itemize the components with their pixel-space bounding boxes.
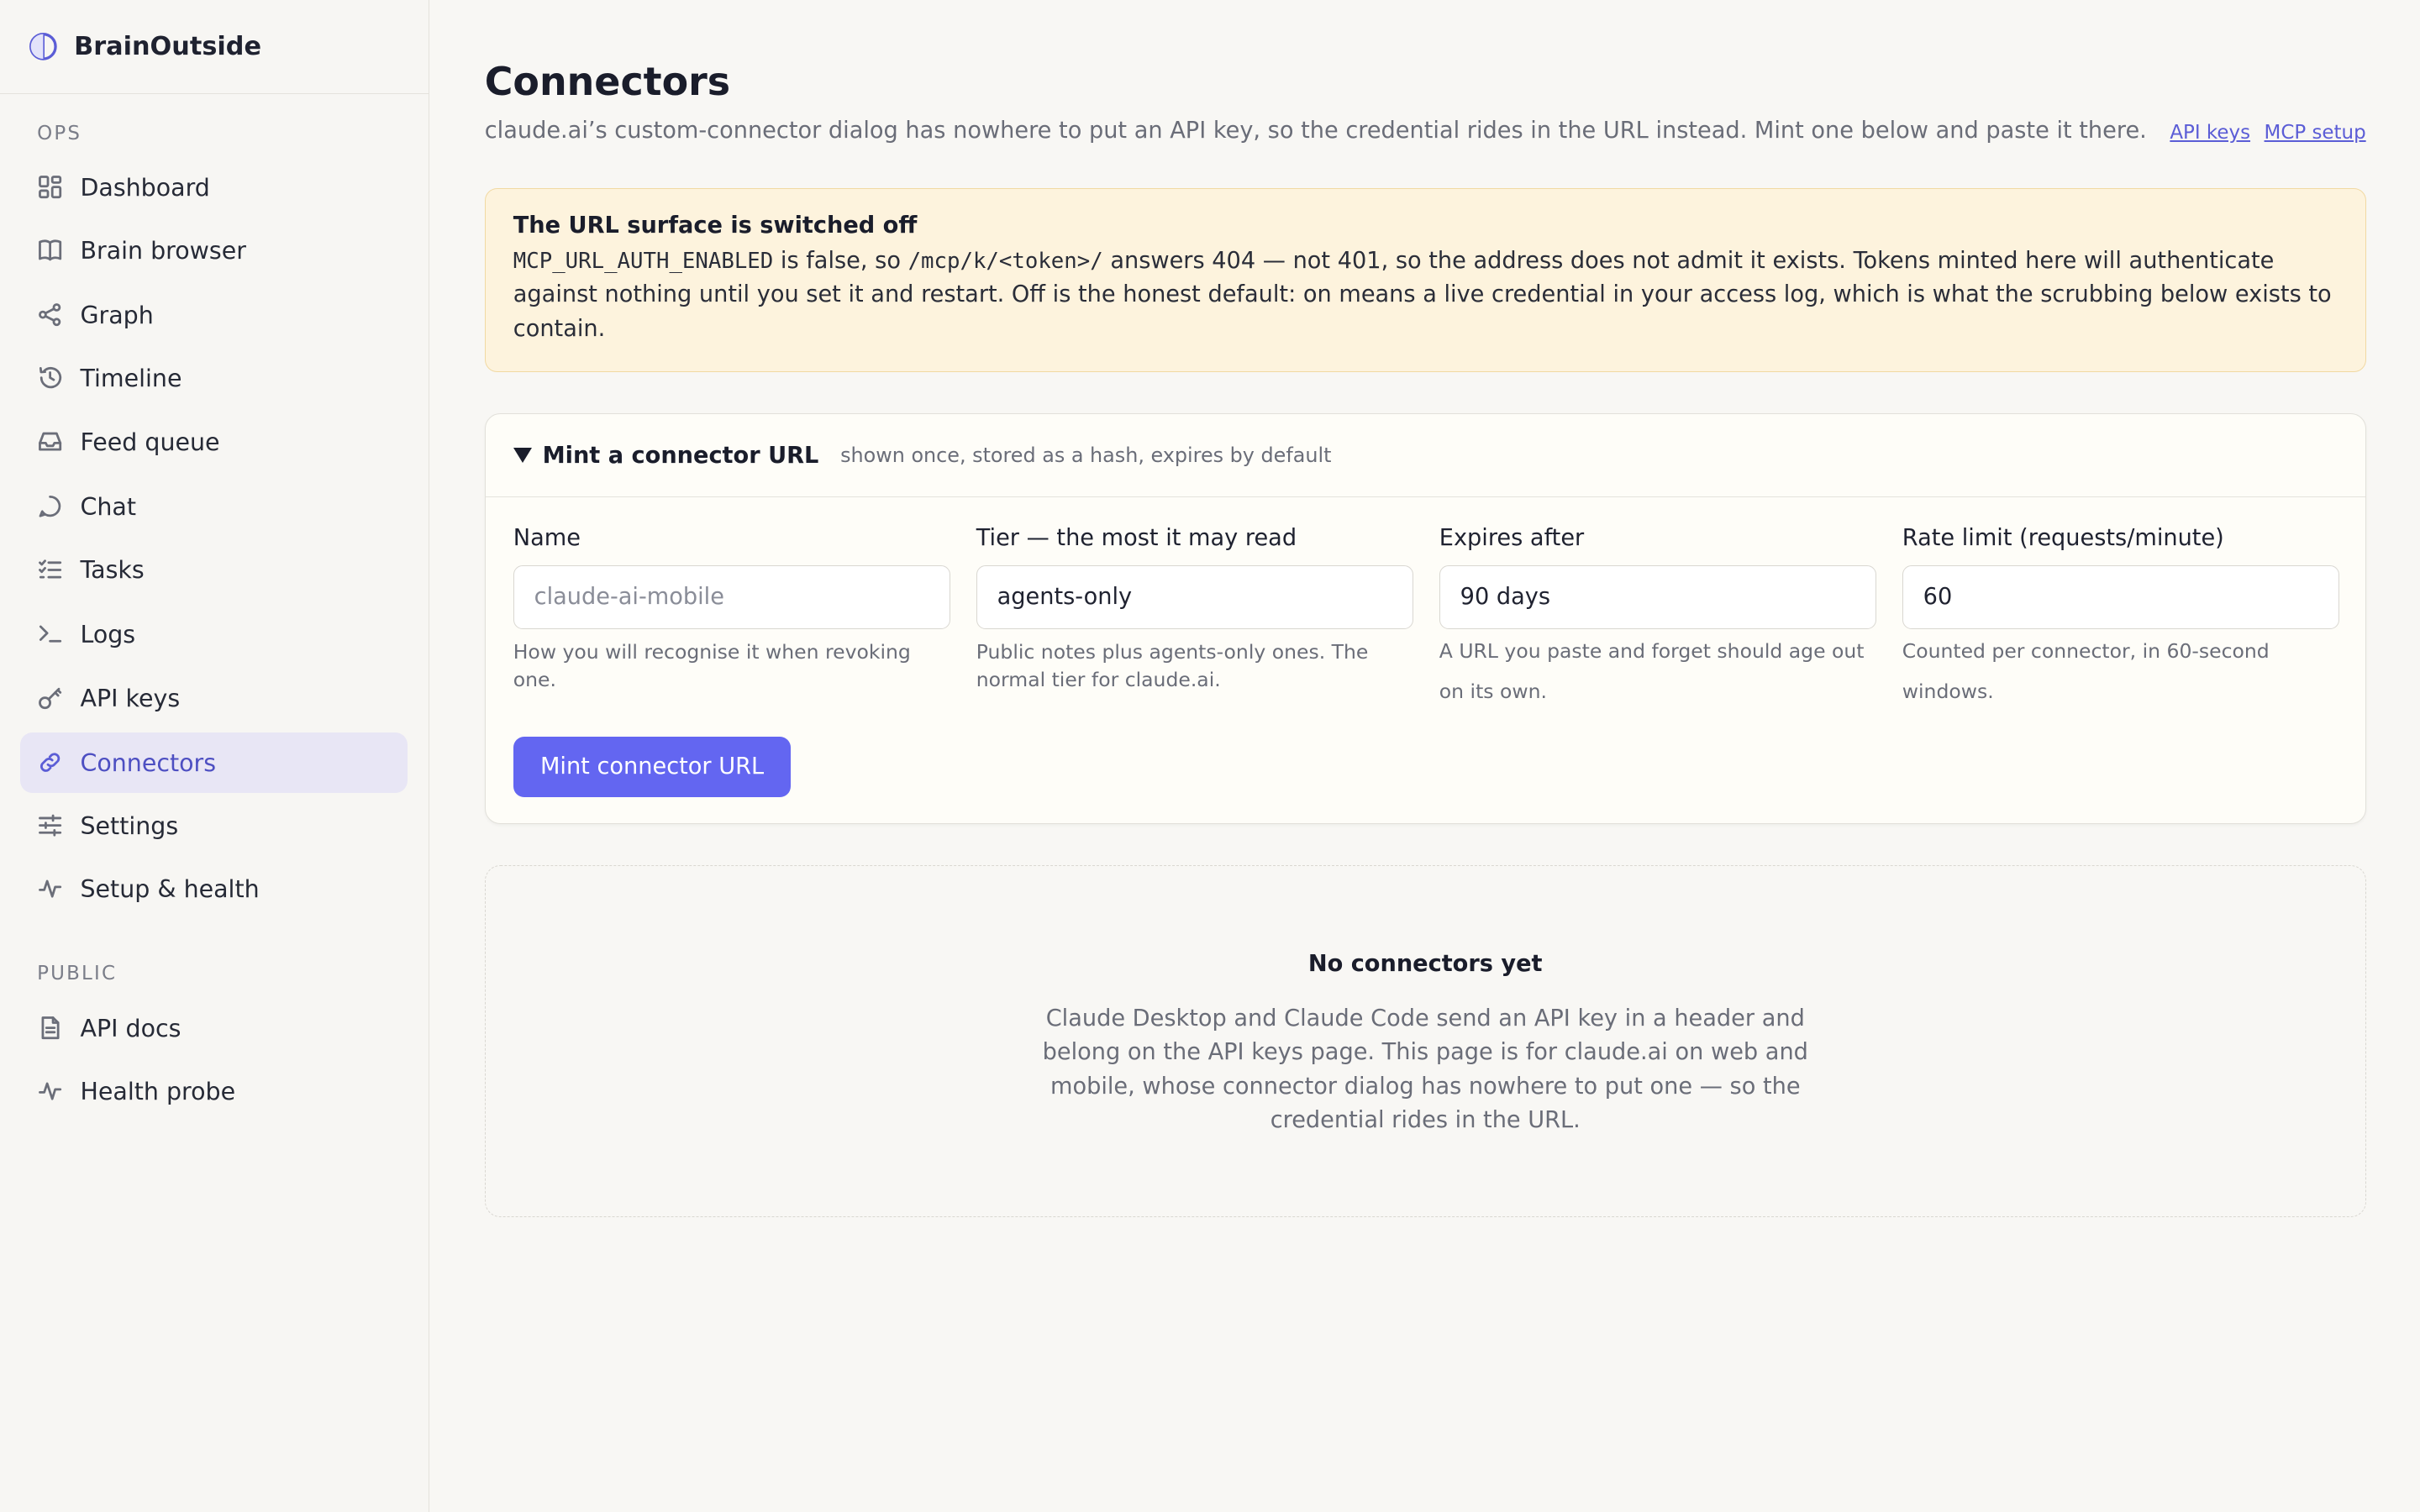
nav-section-ops: OPS xyxy=(37,123,82,145)
brand-name: BrainOutside xyxy=(74,32,262,62)
mcp-setup-link[interactable]: MCP setup xyxy=(2265,122,2366,144)
sidebar-item-label: Dashboard xyxy=(80,173,210,202)
share-graph-icon xyxy=(37,302,65,329)
sidebar-item-timeline[interactable]: Timeline xyxy=(20,349,408,409)
sidebar-item-setup-health[interactable]: Setup & health xyxy=(20,859,408,920)
sidebar-item-label: Settings xyxy=(80,812,179,841)
sidebar: BrainOutside OPS Dashboard Brain browser… xyxy=(0,0,429,1512)
sidebar-item-dashboard[interactable]: Dashboard xyxy=(20,157,408,218)
document-icon xyxy=(37,1015,65,1042)
pulse-icon xyxy=(37,875,65,903)
tier-field: Tier — the most it may read agents-only … xyxy=(976,525,1413,693)
expires-field: Expires after 90 days A URL you paste an… xyxy=(1439,525,1876,711)
rate-limit-help: Counted per connector, in 60-second wind… xyxy=(1902,639,2270,703)
sidebar-item-label: Feed queue xyxy=(80,428,220,456)
rate-limit-label: Rate limit (requests/minute) xyxy=(1902,525,2224,552)
sidebar-item-label: API docs xyxy=(80,1014,182,1042)
url-surface-alert: The URL surface is switched off MCP_URL_… xyxy=(484,188,2366,372)
sidebar-item-label: Graph xyxy=(80,302,154,330)
sidebar-item-label: Setup & health xyxy=(80,875,260,904)
history-icon xyxy=(37,365,65,392)
expires-value: 90 days xyxy=(1460,584,1551,611)
rate-limit-input[interactable]: 60 xyxy=(1902,565,2339,629)
sidebar-item-logs[interactable]: Logs xyxy=(20,605,408,665)
mint-connector-button[interactable]: Mint connector URL xyxy=(513,737,792,797)
sidebar-item-label: Connectors xyxy=(80,748,217,777)
triangle-down-icon xyxy=(513,448,532,463)
empty-state: No connectors yet Claude Desktop and Cla… xyxy=(484,865,2366,1218)
mint-panel-title: Mint a connector URL xyxy=(542,442,819,469)
sidebar-item-settings[interactable]: Settings xyxy=(20,796,408,857)
inbox-icon xyxy=(37,428,65,456)
sidebar-item-graph[interactable]: Graph xyxy=(20,286,408,346)
expires-label: Expires after xyxy=(1439,525,1585,552)
pulse-icon xyxy=(37,1078,65,1105)
sidebar-item-connectors[interactable]: Connectors xyxy=(19,732,408,794)
brand[interactable]: BrainOutside xyxy=(0,0,429,95)
rate-limit-value: 60 xyxy=(1923,584,1953,611)
expires-select[interactable]: 90 days xyxy=(1439,565,1876,629)
expires-help: A URL you paste and forget should age ou… xyxy=(1439,639,1865,703)
sidebar-item-tasks[interactable]: Tasks xyxy=(20,540,408,601)
empty-state-body: Claude Desktop and Claude Code send an A… xyxy=(1042,1005,1808,1134)
tier-label: Tier — the most it may read xyxy=(976,525,1297,552)
mint-connector-panel: Mint a connector URL shown once, stored … xyxy=(484,413,2366,824)
alert-body: MCP_URL_AUTH_ENABLED is false, so /mcp/k… xyxy=(513,244,2338,346)
checklist-icon xyxy=(37,556,65,584)
link-icon xyxy=(37,749,65,777)
mint-panel-toggle[interactable]: Mint a connector URL shown once, stored … xyxy=(485,414,2365,498)
empty-state-title: No connectors yet xyxy=(1307,951,1543,978)
alert-title: The URL surface is switched off xyxy=(513,212,918,239)
dashboard-icon xyxy=(37,174,65,202)
terminal-icon xyxy=(37,621,65,648)
alert-text: is false, so xyxy=(773,247,908,274)
tier-select[interactable]: agents-only xyxy=(976,565,1413,629)
alert-code-path: /mcp/k/<token>/ xyxy=(908,248,1103,274)
sidebar-item-chat[interactable]: Chat xyxy=(20,477,408,538)
key-icon xyxy=(37,685,65,712)
mint-panel-hint: shown once, stored as a hash, expires by… xyxy=(840,444,1332,468)
api-keys-link[interactable]: API keys xyxy=(2170,122,2250,144)
sidebar-item-label: Tasks xyxy=(80,556,145,585)
chat-bubble-icon xyxy=(37,493,65,521)
name-help: How you will recognise it when revoking … xyxy=(513,639,911,691)
sidebar-item-health-probe[interactable]: Health probe xyxy=(20,1062,408,1122)
rate-limit-field: Rate limit (requests/minute) 60 Counted … xyxy=(1902,525,2339,711)
page-subtitle: claude.ai’s custom-connector dialog has … xyxy=(484,117,2147,144)
sidebar-item-label: Timeline xyxy=(80,365,182,393)
book-icon xyxy=(37,237,65,265)
sidebar-item-label: Health probe xyxy=(80,1077,236,1105)
page-title: Connectors xyxy=(484,58,731,104)
nav-section-public: PUBLIC xyxy=(37,962,118,984)
name-label: Name xyxy=(513,525,581,552)
tier-help: Public notes plus agents-only ones. The … xyxy=(976,639,1369,691)
sidebar-item-label: Chat xyxy=(80,492,136,521)
sidebar-item-api-keys[interactable]: API keys xyxy=(20,668,408,728)
header-links: API keys MCP setup xyxy=(2170,122,2365,144)
sidebar-item-label: API keys xyxy=(80,684,181,712)
sidebar-item-label: Logs xyxy=(80,621,136,649)
sidebar-item-feed-queue[interactable]: Feed queue xyxy=(20,412,408,472)
name-field: Name How you will recognise it when revo… xyxy=(513,525,950,693)
alert-code-env: MCP_URL_AUTH_ENABLED xyxy=(513,248,774,274)
brain-logo-icon xyxy=(29,33,57,60)
sidebar-item-label: Brain browser xyxy=(80,236,246,265)
tier-value: agents-only xyxy=(997,584,1133,611)
sliders-icon xyxy=(37,812,65,840)
sidebar-item-brain-browser[interactable]: Brain browser xyxy=(20,221,408,281)
sidebar-item-api-docs[interactable]: API docs xyxy=(20,998,408,1058)
name-input[interactable] xyxy=(513,565,950,629)
